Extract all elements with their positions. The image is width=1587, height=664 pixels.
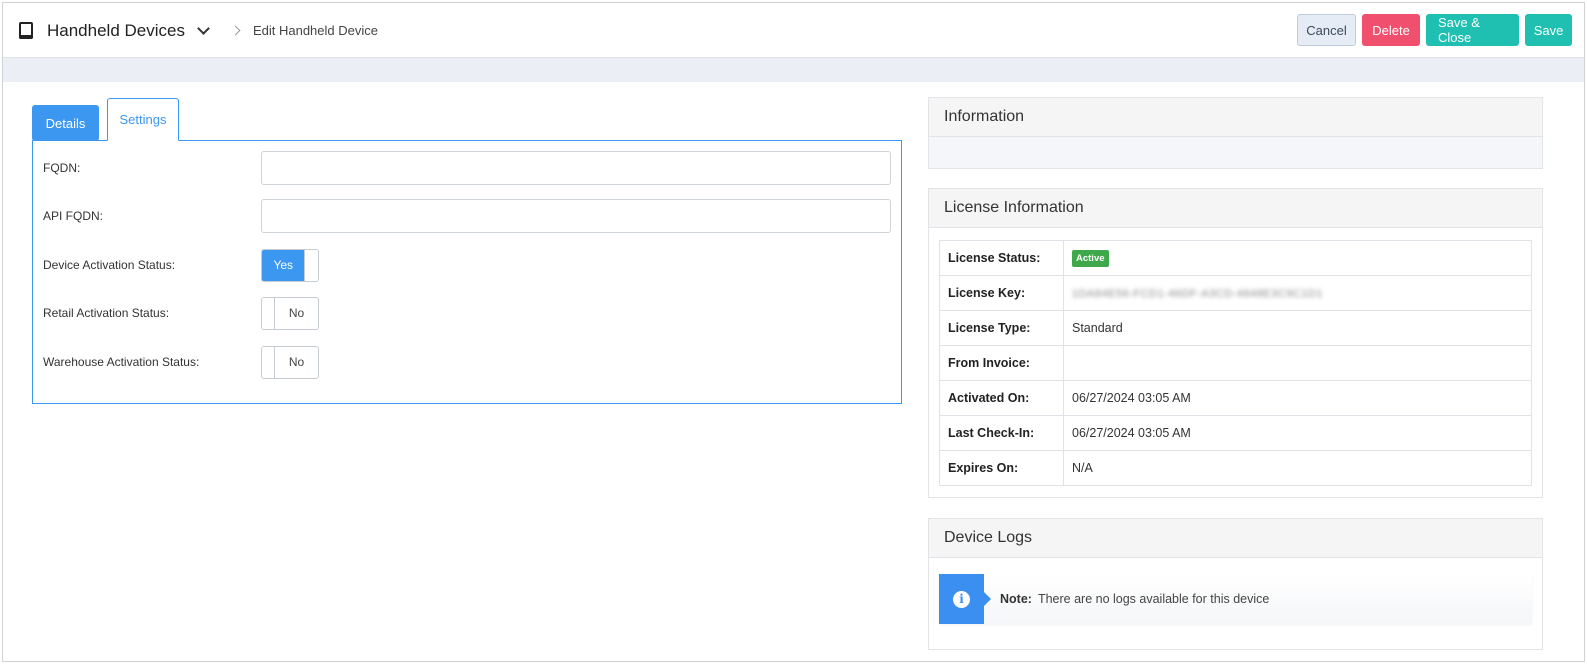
- information-panel: Information: [928, 97, 1543, 169]
- toggle-knob: [262, 346, 275, 378]
- delete-button[interactable]: Delete: [1362, 14, 1420, 46]
- device-logs-panel: Device Logs i Note: There are no logs ava…: [928, 518, 1543, 650]
- warehouse-activation-toggle[interactable]: No: [261, 345, 319, 379]
- form-row-retail-activation: Retail Activation Status: No: [43, 296, 893, 330]
- table-row: Expires On: N/A: [939, 450, 1532, 486]
- api-fqdn-label: API FQDN:: [43, 209, 104, 223]
- table-row: Last Check-In: 06/27/2024 03:05 AM: [939, 415, 1532, 451]
- note-text: Note: There are no logs available for thi…: [1000, 592, 1269, 606]
- toggle-state-label: Yes: [262, 249, 305, 281]
- fqdn-label: FQDN:: [43, 161, 81, 175]
- form-row-warehouse-activation: Warehouse Activation Status: No: [43, 345, 893, 379]
- toggle-knob: [262, 297, 275, 329]
- expires-on-value: N/A: [1063, 450, 1532, 486]
- retail-activation-toggle[interactable]: No: [261, 296, 319, 330]
- table-row: License Status: Active: [939, 240, 1532, 276]
- device-activation-label: Device Activation Status:: [43, 258, 176, 272]
- information-title: Information: [929, 98, 1542, 137]
- main-content: Details Settings FQDN: API FQDN: Device …: [17, 82, 1572, 660]
- license-title: License Information: [929, 189, 1542, 228]
- form-row-device-activation: Device Activation Status: Yes: [43, 248, 893, 282]
- info-icon: i: [953, 590, 970, 608]
- header-divider-band: [3, 58, 1584, 82]
- license-key-key: License Key:: [939, 275, 1064, 311]
- tab-settings[interactable]: Settings: [107, 98, 179, 141]
- app-window: Handheld Devices Edit Handheld Device Ca…: [2, 2, 1585, 662]
- device-logs-title: Device Logs: [929, 519, 1542, 558]
- status-badge: Active: [1072, 249, 1109, 267]
- note-message: There are no logs available for this dev…: [1037, 592, 1270, 606]
- from-invoice-value: [1063, 345, 1532, 381]
- toggle-state-label: No: [288, 306, 305, 320]
- form-row-api-fqdn: API FQDN:: [43, 199, 893, 233]
- toggle-state-label: No: [288, 355, 305, 369]
- license-key-value: 1DA84E56-FCD1-46DF-A3CD-4848E3C9C1D1: [1072, 288, 1323, 300]
- toggle-knob: [304, 249, 318, 281]
- table-row: Activated On: 06/27/2024 03:05 AM: [939, 380, 1532, 416]
- api-fqdn-input[interactable]: [261, 199, 891, 233]
- chevron-right-icon: [230, 25, 241, 36]
- settings-form: FQDN: API FQDN: Device Activation Status…: [32, 140, 902, 404]
- chevron-down-icon[interactable]: [197, 22, 210, 35]
- info-icon-box: i: [939, 574, 991, 624]
- logs-note: i Note: There are no logs available for t…: [939, 574, 1532, 624]
- fqdn-input[interactable]: [261, 151, 891, 185]
- license-panel: License Information License Status: Acti…: [928, 188, 1543, 498]
- expires-on-key: Expires On:: [939, 450, 1064, 486]
- top-bar: Handheld Devices Edit Handheld Device Ca…: [3, 3, 1584, 58]
- cancel-button[interactable]: Cancel: [1297, 14, 1356, 46]
- license-table: License Status: Active License Key: 1DA8…: [939, 240, 1532, 486]
- warehouse-activation-label: Warehouse Activation Status:: [43, 355, 200, 369]
- last-check-in-value: 06/27/2024 03:05 AM: [1063, 415, 1532, 451]
- table-row: License Type: Standard: [939, 310, 1532, 346]
- license-type-value: Standard: [1063, 310, 1532, 346]
- information-body: [929, 137, 1542, 168]
- tab-bar: Details Settings: [32, 97, 179, 141]
- activated-on-value: 06/27/2024 03:05 AM: [1063, 380, 1532, 416]
- license-type-key: License Type:: [939, 310, 1064, 346]
- retail-activation-label: Retail Activation Status:: [43, 306, 170, 320]
- module-title[interactable]: Handheld Devices: [47, 21, 185, 41]
- breadcrumb-current: Edit Handheld Device: [252, 23, 378, 38]
- from-invoice-key: From Invoice:: [939, 345, 1064, 381]
- note-label: Note:: [1000, 592, 1032, 606]
- form-row-fqdn: FQDN:: [43, 151, 893, 185]
- save-close-button[interactable]: Save & Close: [1426, 14, 1519, 46]
- last-check-in-key: Last Check-In:: [939, 415, 1064, 451]
- device-activation-toggle[interactable]: Yes: [261, 248, 319, 282]
- tab-details[interactable]: Details: [32, 105, 99, 141]
- table-row: From Invoice:: [939, 345, 1532, 381]
- activated-on-key: Activated On:: [939, 380, 1064, 416]
- license-status-key: License Status:: [939, 240, 1064, 276]
- handheld-device-icon: [19, 22, 33, 39]
- save-button[interactable]: Save: [1525, 14, 1572, 46]
- table-row: License Key: 1DA84E56-FCD1-46DF-A3CD-484…: [939, 275, 1532, 311]
